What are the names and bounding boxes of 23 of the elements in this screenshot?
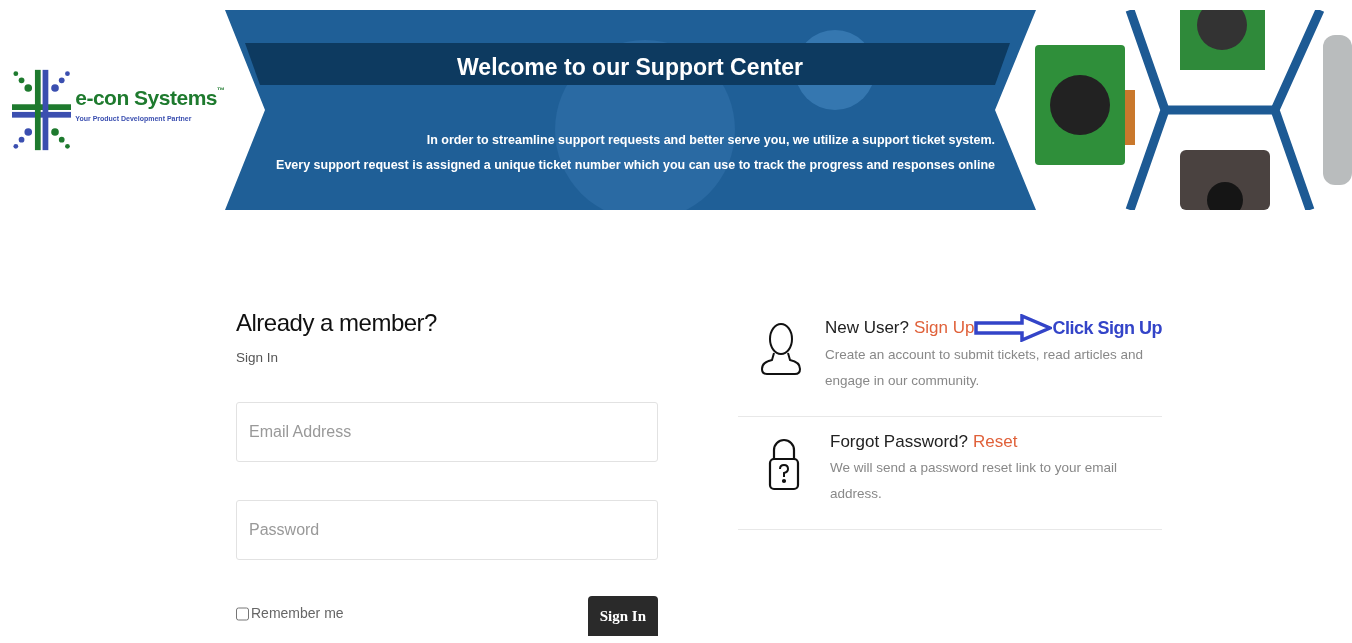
- trademark: ™: [217, 87, 225, 96]
- banner-title: Welcome to our Support Center: [456, 53, 804, 82]
- input-field[interactable]: Password: [236, 500, 658, 561]
- sign-in-button[interactable]: Sign In: [587, 596, 658, 637]
- input-field[interactable]: Email Address: [236, 402, 658, 463]
- option-link[interactable]: Reset: [972, 429, 1018, 455]
- option-title: New User?: [824, 317, 909, 340]
- user-icon: [760, 322, 803, 376]
- option-link[interactable]: Sign Up: [914, 315, 975, 341]
- form-heading: Already a member?: [236, 308, 438, 338]
- banner-text: In order to streamline support requests and better serve you, we utilize a support ticket system.: [426, 132, 995, 149]
- option-description: We will send a password reset link to your email address.: [830, 458, 1119, 503]
- annotation-text: Click Sign Up: [1052, 316, 1162, 340]
- lock-question-icon: [768, 437, 800, 491]
- remember-label: Remember me: [251, 604, 344, 624]
- logo-name: e-con Systems: [75, 87, 217, 109]
- remember-checkbox[interactable]: [236, 606, 249, 621]
- banner-text: Every support request is assigned a unique ticket number which you can use to track the progress and responses online: [276, 157, 995, 174]
- form-subheading: Sign In: [236, 349, 280, 367]
- logo-icon: [12, 68, 72, 152]
- option-description: Create an account to submit tickets, read articles and engage in our community.: [824, 346, 1145, 390]
- arrow-icon: [974, 314, 1053, 342]
- option-title: Forgot Password?: [830, 431, 968, 453]
